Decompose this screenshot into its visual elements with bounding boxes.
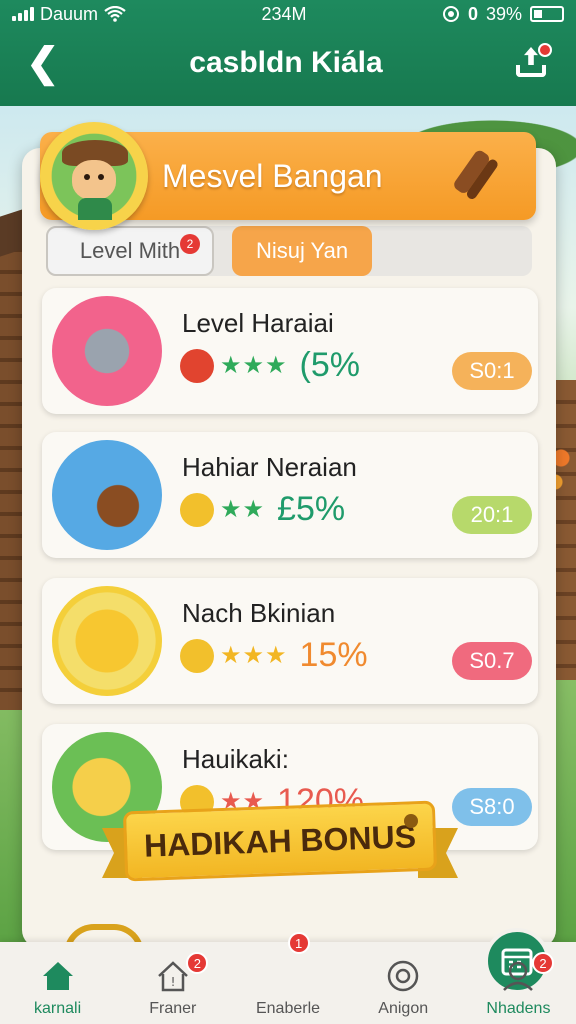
svg-text:!: ! [170,975,175,989]
target-icon [387,960,419,992]
bonus-ribbon[interactable]: HADIKAH BONUS [102,800,458,884]
camera-icon [52,296,162,406]
wifi-icon [104,6,126,22]
explorer-body-icon [78,198,112,220]
nav-item-anigon[interactable]: Anigon [346,942,461,1024]
stars-icon: ★★★ [220,642,288,669]
bottom-nav: karnali ! Franer 2 Enaberle 1 Anigon Nha… [0,928,576,1024]
carrier-label: Dauum [40,3,99,24]
nav-label: Anigon [378,1000,429,1017]
banner-title: Mesvel Bangan [162,158,383,194]
battery-icon [529,6,564,22]
level-name: Hauikaki: [182,744,289,774]
top-bar: Dauum 234M 0 39% ❮ casbldn Kiála [0,0,576,106]
tab-label: Level Mith [79,238,181,263]
nav-item-franer[interactable]: ! Franer 2 [115,942,230,1024]
level-meta: ★★★ (5% [180,346,360,385]
level-row[interactable]: Hahiar Neraian ★★ £5% 20:1 [42,432,538,558]
gem-icon [180,348,214,383]
nav-badge: 1 [287,932,310,954]
app-header: ❮ casbldn Kiála [0,28,576,106]
avatar[interactable] [40,122,148,230]
level-name: Hahiar Neraian [182,452,357,482]
ribbon-gem-icon [404,814,418,828]
level-name: Level Haraiai [182,308,334,338]
coin-icon [180,492,214,527]
level-percent: 15% [299,636,368,674]
status-time: 234M [261,3,307,24]
page-title: casbldn Kiála [189,46,383,79]
battery-percent: 39% [485,3,522,24]
level-value-pill[interactable]: S0:1 [452,352,532,390]
nav-label: Franer [149,1000,197,1017]
nav-item-karnali[interactable]: karnali [0,942,115,1024]
bonus-label: HADIKAH BONUS [122,800,438,882]
nav-label: karnali [34,1000,82,1017]
nav-badge: 2 [186,952,209,974]
back-chevron-icon[interactable]: ❮ [26,40,66,86]
nav-label: Nhadens [486,1000,551,1017]
alarm-icon: 0 [467,3,478,24]
notification-dot [538,43,552,57]
level-percent: £5% [277,490,346,528]
stars-icon: ★★★ [220,352,288,379]
scroll-icon [454,150,498,200]
nav-item-enaberle[interactable]: Enaberle 1 [230,928,551,1024]
level-meta: ★★ £5% [180,490,345,529]
tab-badge: 2 [180,234,200,254]
level-row[interactable]: Level Haraiai ★★★ (5% S0:1 [42,288,538,414]
share-upload-icon[interactable] [506,39,554,87]
coin-icon [180,638,214,673]
level-row[interactable]: Nach Bkinian ★★★ 15% S0.7 [42,578,538,704]
level-name: Nach Bkinian [182,598,336,628]
signal-icon [12,7,34,21]
violin-icon [52,440,162,550]
level-percent: (5% [299,346,361,384]
location-icon [442,6,459,22]
nav-badge: 2 [532,952,555,974]
level-value-pill[interactable]: 20:1 [452,496,532,534]
level-value-pill[interactable]: S0.7 [452,642,532,680]
explorer-face-icon [72,160,116,200]
tab-bar: Level Mith 2 Nisuj Yan [46,226,532,276]
stars-icon: ★★ [220,496,266,523]
home-icon [42,962,73,990]
tab-label: Nisuj Yan [255,238,349,263]
nav-label: Enaberle [255,1000,321,1017]
status-bar: Dauum 234M 0 39% [0,0,576,28]
nav-item-nhadens[interactable]: Nhadens 2 [461,942,576,1024]
gold-coins-icon [52,586,162,696]
tab-nisuj-yan[interactable]: Nisuj Yan [232,226,372,276]
level-value-pill[interactable]: S8:0 [452,788,532,826]
level-meta: ★★★ 15% [180,636,368,675]
tab-level-mith[interactable]: Level Mith 2 [46,226,214,276]
